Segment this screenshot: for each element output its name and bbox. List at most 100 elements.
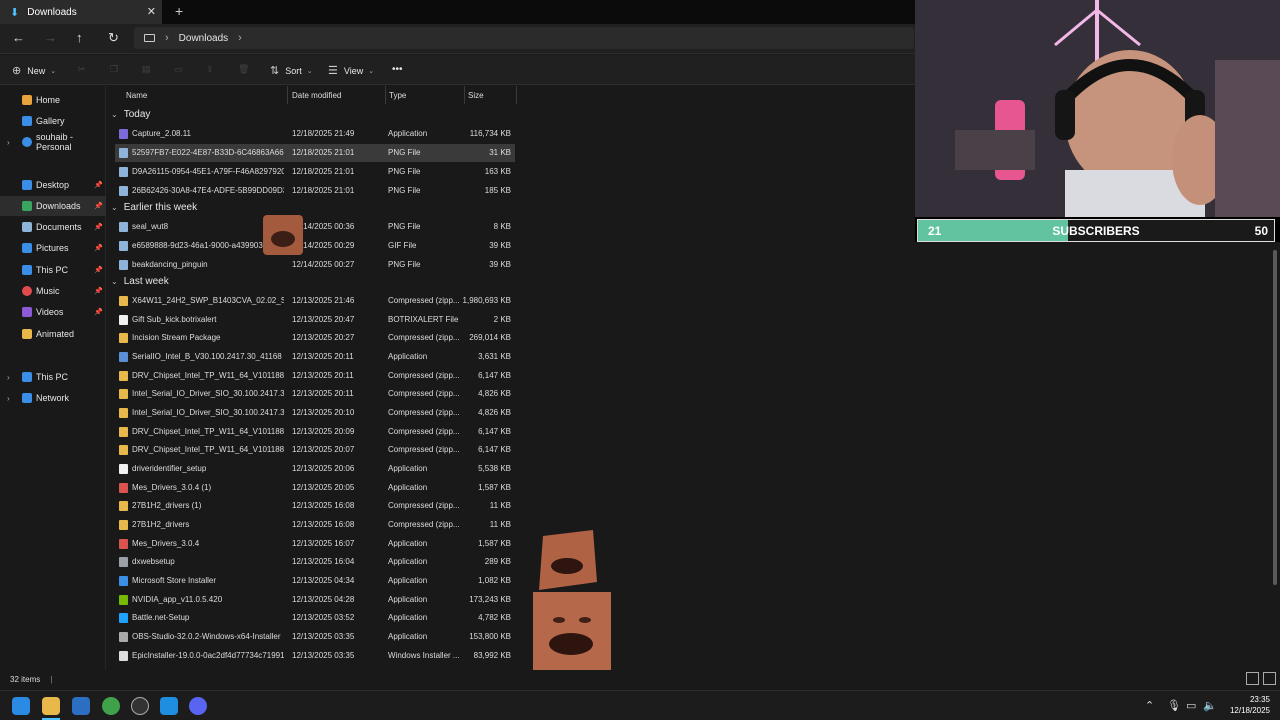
file-row[interactable]: SerialIO_Intel_B_V30.100.2417.30_41168 12… [115, 348, 515, 366]
close-tab-icon[interactable]: ✕ [147, 5, 156, 18]
file-row[interactable]: e6589888-9d23-46a1-9000-a4399033086 12/14… [115, 237, 515, 255]
network-status-icon[interactable]: ▭ [1186, 699, 1196, 712]
sidebar-item-pictures[interactable]: Pictures 📌 [0, 238, 106, 258]
file-row[interactable]: 27B1H2_drivers 12/13/2025 16:08 Compressed… [115, 516, 515, 534]
home-icon [22, 95, 32, 105]
show-hidden-icons-icon[interactable]: ⌃ [1145, 699, 1154, 712]
chrome-taskbar-icon[interactable] [102, 697, 120, 715]
battle-net-taskbar-icon[interactable] [160, 697, 178, 715]
refresh-button[interactable]: ↻ [108, 30, 119, 46]
column-header-name[interactable]: Name [126, 89, 147, 103]
rename-icon[interactable]: ▭ [174, 64, 183, 75]
file-row[interactable]: 52597FB7-E022-4E87-B33D-6C46863A66C6 12/1… [115, 144, 515, 162]
file-name: SerialIO_Intel_B_V30.100.2417.30_41168 [132, 352, 282, 361]
command-bar: ⊕ New ⌄ ✂ ❐ ▤ ▭ ⇪ 🗑 ⇅ Sort ⌄ ☰ View ⌄ ••… [0, 55, 915, 85]
sidebar-item-onedrive[interactable]: › souhaib - Personal [0, 132, 106, 152]
file-type-icon [119, 389, 128, 399]
file-row[interactable]: NVIDIA_app_v11.0.5.420 12/13/2025 04:28 Ap… [115, 591, 515, 609]
file-row[interactable]: Mes_Drivers_3.0.4 12/13/2025 16:07 Applica… [115, 535, 515, 553]
system-clock[interactable]: 23:35 12/18/2025 [1230, 694, 1270, 716]
file-row[interactable]: Incision Stream Package 12/13/2025 20:27 C… [115, 329, 515, 347]
file-row[interactable]: Mes_Drivers_3.0.4 (1) 12/13/2025 20:05 App… [115, 479, 515, 497]
tab-downloads[interactable]: ⬇ Downloads ✕ [0, 0, 162, 24]
sidebar-item-desktop[interactable]: Desktop 📌 [0, 175, 106, 195]
sidebar-item-this-pc[interactable]: › This PC [0, 367, 106, 387]
file-row[interactable]: OBS-Studio-32.0.2-Windows-x64-Installer 1… [115, 628, 515, 646]
file-row[interactable]: Gift Sub_kick.botrixalert 12/13/2025 20:4… [115, 311, 515, 329]
file-row[interactable]: DRV_Chipset_Intel_TP_W11_64_V1011883... 1… [115, 441, 515, 459]
column-divider[interactable] [385, 86, 386, 104]
sort-button[interactable]: ⇅ Sort ⌄ [270, 64, 313, 77]
column-divider[interactable] [287, 86, 288, 104]
file-row[interactable]: X64W11_24H2_SWP_B1403CVA_02.02_SC... 12/1… [115, 292, 515, 310]
group-header-last-week[interactable]: ⌄ Last week [107, 273, 517, 289]
chevron-right-icon[interactable]: › [7, 138, 10, 147]
file-size: 4,782 KB [478, 613, 511, 622]
sidebar-item-home[interactable]: Home [0, 90, 106, 110]
new-button[interactable]: ⊕ New ⌄ [12, 64, 56, 77]
file-row[interactable]: DRV_Chipset_Intel_TP_W11_64_V1011883... 1… [115, 367, 515, 385]
emote-sticker-large [533, 592, 611, 670]
sidebar-item-documents[interactable]: Documents 📌 [0, 217, 106, 237]
more-options-button[interactable]: ••• [392, 64, 403, 75]
chevron-right-icon[interactable]: › [7, 394, 10, 403]
breadcrumb-chevron-icon[interactable]: › [238, 32, 242, 44]
volume-icon[interactable]: 🔈 [1203, 699, 1217, 712]
file-row[interactable]: 26B62426-30A8-47E4-ADFE-5B99DD09D3FF 12/1… [115, 182, 515, 200]
chevron-right-icon[interactable]: › [7, 373, 10, 382]
delete-icon[interactable]: 🗑 [238, 64, 249, 75]
sidebar-item-gallery[interactable]: Gallery [0, 111, 106, 131]
sidebar-item-label: Pictures [36, 243, 69, 253]
share-icon[interactable]: ⇪ [206, 64, 214, 75]
sidebar-item-animated[interactable]: Animated [0, 324, 106, 344]
view-button[interactable]: ☰ View ⌄ [328, 64, 374, 77]
column-divider[interactable] [464, 86, 465, 104]
pictures-icon [22, 243, 32, 253]
sidebar-item-videos[interactable]: Videos 📌 [0, 302, 106, 322]
column-header-type[interactable]: Type [389, 89, 406, 103]
webcam-feed-image [915, 0, 1280, 217]
file-row[interactable]: 27B1H2_drivers (1) 12/13/2025 16:08 Compre… [115, 497, 515, 515]
file-row[interactable]: Intel_Serial_IO_Driver_SIO_30.100.2417.3… [115, 385, 515, 403]
paste-icon[interactable]: ▤ [142, 64, 151, 75]
column-divider[interactable] [516, 86, 517, 104]
forward-button[interactable]: → [44, 30, 57, 45]
microphone-icon[interactable]: 🎙 [1167, 699, 1181, 712]
file-row[interactable]: Microsoft Store Installer 12/13/2025 04:3… [115, 572, 515, 590]
file-name: 27B1H2_drivers (1) [132, 501, 202, 510]
up-button[interactable]: ↑ [76, 30, 83, 45]
file-row[interactable]: driveridentifier_setup 12/13/2025 20:06 Ap… [115, 460, 515, 478]
group-header-today[interactable]: ⌄ Today [107, 106, 517, 122]
sidebar-item-network[interactable]: › Network [0, 388, 106, 408]
file-row[interactable]: Battle.net-Setup 12/13/2025 03:52 Applicat… [115, 609, 515, 627]
discord-taskbar-icon[interactable] [189, 697, 207, 715]
start-button-icon[interactable] [12, 697, 30, 715]
group-header-earlier-this-week[interactable]: ⌄ Earlier this week [107, 199, 517, 215]
vertical-scrollbar[interactable] [1273, 250, 1277, 585]
copy-icon[interactable]: ❐ [110, 64, 118, 75]
column-header-date[interactable]: Date modified [292, 89, 341, 103]
new-tab-button[interactable]: + [175, 3, 183, 19]
file-date-modified: 12/13/2025 03:35 [292, 651, 355, 660]
file-explorer-taskbar-icon[interactable] [42, 697, 60, 715]
file-row[interactable]: DRV_Chipset_Intel_TP_W11_64_V1011883... 1… [115, 423, 515, 441]
column-header-size[interactable]: Size [468, 89, 484, 103]
file-row[interactable]: seal_wut8 12/14/2025 00:36 PNG File 8 KB [115, 218, 515, 236]
file-row[interactable]: dxwebsetup 12/13/2025 16:04 Application 289… [115, 553, 515, 571]
address-bar[interactable]: › Downloads › [134, 27, 914, 49]
cut-icon[interactable]: ✂ [78, 64, 86, 75]
file-row[interactable]: D9A26115-0954-45E1-A79F-F46A82979201 12/1… [115, 163, 515, 181]
back-button[interactable]: ← [12, 30, 25, 45]
file-row[interactable]: beakdancing_pinguin 12/14/2025 00:27 PNG F… [115, 256, 515, 274]
sidebar-item-music[interactable]: Music 📌 [0, 281, 106, 301]
file-row[interactable]: Intel_Serial_IO_Driver_SIO_30.100.2417.3… [115, 404, 515, 422]
outlook-taskbar-icon[interactable] [72, 697, 90, 715]
tiles-view-button[interactable] [1263, 672, 1276, 685]
details-view-button[interactable] [1246, 672, 1259, 685]
obs-taskbar-icon[interactable] [131, 697, 149, 715]
sidebar-item-downloads[interactable]: Downloads 📌 [0, 196, 106, 216]
sidebar-item-this-pc-quick[interactable]: This PC 📌 [0, 260, 106, 280]
breadcrumb-downloads[interactable]: Downloads [179, 33, 228, 44]
file-row[interactable]: EpicInstaller-19.0.0-0ac2df4d77734c71991… [115, 647, 515, 665]
file-row[interactable]: Capture_2.08.11 12/18/2025 21:49 Applicati… [115, 125, 515, 143]
